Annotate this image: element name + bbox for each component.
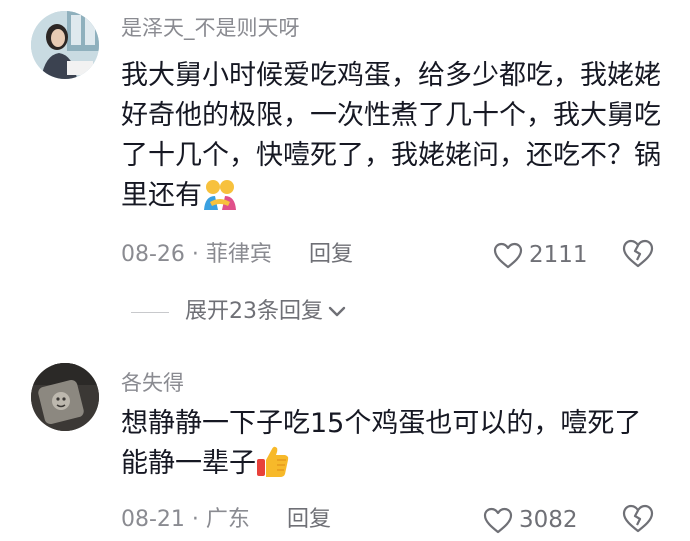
comment-text: 想静静一下子吃15个鸡蛋也可以的，噎死了能静一辈子: [121, 404, 666, 490]
dislike-button[interactable]: [622, 239, 654, 272]
reply-button[interactable]: 回复: [287, 507, 331, 532]
comment-meta: 08-21 · 广东 回复: [121, 505, 331, 535]
reply-button[interactable]: 回复: [309, 242, 353, 267]
avatar[interactable]: [31, 11, 99, 79]
hugging-people-emoji: [202, 178, 238, 222]
comment-body: 想静静一下子吃15个鸡蛋也可以的，噎死了能静一辈子: [121, 408, 642, 479]
meta-separator: ·: [184, 507, 206, 532]
comment-date: 08-26: [121, 242, 185, 267]
expand-replies-button[interactable]: 展开23条回复: [131, 297, 347, 327]
username[interactable]: 是泽天_不是则天呀: [121, 13, 300, 43]
avatar[interactable]: [31, 363, 99, 431]
comment-location: 菲律宾: [205, 242, 272, 267]
like-count: 2111: [529, 242, 588, 268]
broken-heart-icon: [622, 239, 654, 268]
thumbs-up-emoji: [256, 444, 290, 490]
chevron-down-icon: [328, 306, 346, 317]
avatar-image: [31, 363, 99, 431]
expand-replies-label: 展开23条回复: [185, 299, 323, 324]
divider: [131, 311, 169, 313]
username[interactable]: 各失得: [121, 368, 184, 398]
broken-heart-icon: [622, 504, 654, 533]
comment-text: 我大舅小时候爱吃鸡蛋，给多少都吃，我姥姥好奇他的极限，一次性煮了几十个，我大舅吃…: [121, 56, 666, 222]
heart-icon: [483, 507, 513, 533]
comment-date: 08-21: [121, 507, 185, 532]
dislike-button[interactable]: [622, 504, 654, 537]
like-button[interactable]: 2111: [493, 240, 588, 270]
heart-icon: [493, 242, 523, 268]
avatar-image: [31, 11, 99, 79]
like-count: 3082: [519, 507, 578, 533]
comment-meta: 08-26 · 菲律宾 回复: [121, 240, 353, 270]
like-button[interactable]: 3082: [483, 505, 578, 535]
meta-separator: ·: [184, 242, 206, 267]
comment-location: 广东: [205, 507, 250, 532]
